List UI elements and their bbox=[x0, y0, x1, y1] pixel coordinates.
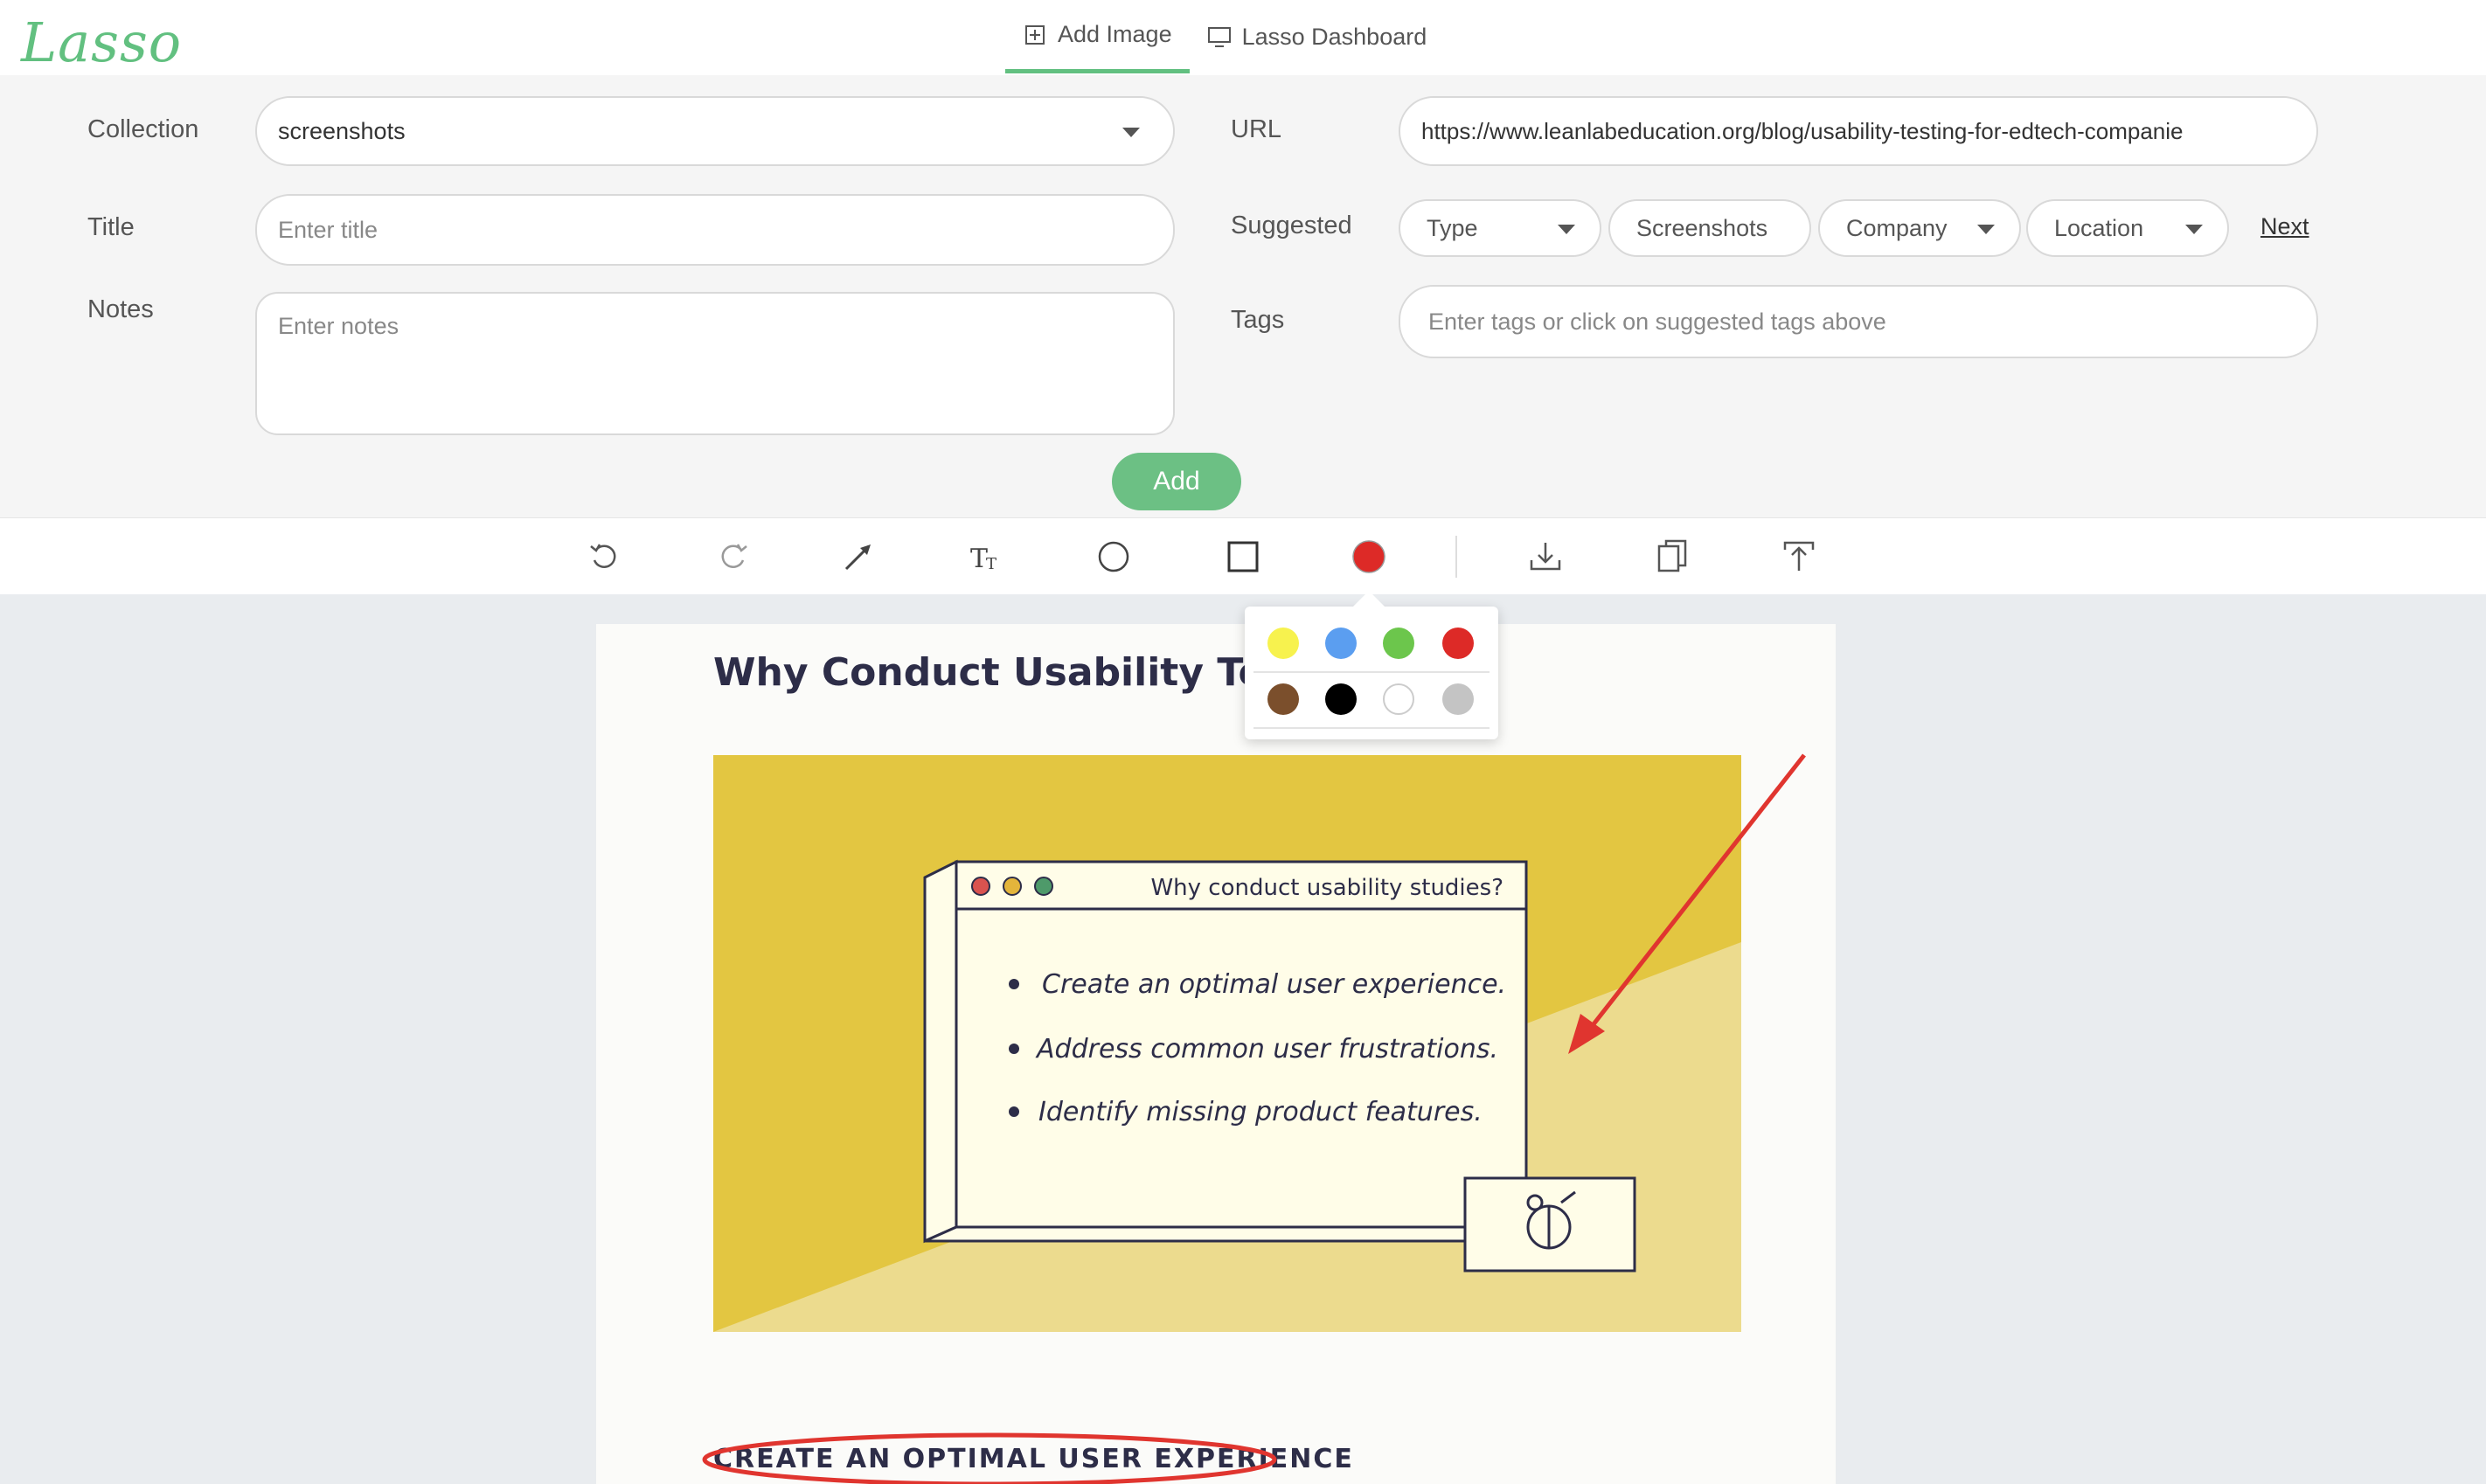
rectangle-tool-icon bbox=[1227, 541, 1259, 572]
suggested-type-dropdown[interactable]: Type bbox=[1399, 199, 1601, 257]
circle-tool-icon bbox=[1098, 541, 1129, 572]
illustration-bullet-1: Create an optimal user experience. bbox=[1042, 969, 1506, 1000]
tab-lasso-dashboard-label: Lasso Dashboard bbox=[1241, 23, 1427, 50]
svg-text:T: T bbox=[986, 555, 996, 573]
title-placeholder: Enter title bbox=[278, 216, 378, 243]
pill-location-label: Location bbox=[2054, 214, 2144, 241]
svg-text:T: T bbox=[970, 544, 988, 574]
color-swatch-gray[interactable] bbox=[1442, 683, 1474, 715]
suggested-next-link[interactable]: Next bbox=[2260, 213, 2309, 240]
nav-tabs: Add Image Lasso Dashboard bbox=[1005, 0, 1444, 75]
lasso-logo: Lasso bbox=[21, 10, 183, 74]
text-tool-icon: TT bbox=[970, 544, 996, 574]
suggested-company-dropdown[interactable]: Company bbox=[1818, 199, 2021, 257]
suggested-location-dropdown[interactable]: Location bbox=[2026, 199, 2229, 257]
plus-square-icon bbox=[1025, 24, 1045, 45]
text-tool-button[interactable]: TT bbox=[960, 530, 1012, 583]
color-swatch-white[interactable] bbox=[1383, 683, 1414, 715]
redo-icon bbox=[721, 544, 747, 568]
chevron-down-icon bbox=[1977, 225, 1995, 234]
rectangle-tool-button[interactable] bbox=[1217, 530, 1269, 583]
url-label: URL bbox=[1231, 115, 1282, 143]
illustration-window-title: Why conduct usability studies? bbox=[1150, 875, 1503, 901]
download-icon bbox=[1530, 543, 1561, 571]
collection-label: Collection bbox=[87, 115, 199, 143]
add-button[interactable]: Add bbox=[1112, 453, 1241, 510]
upload-button[interactable] bbox=[1773, 530, 1825, 583]
tags-label: Tags bbox=[1231, 306, 1285, 334]
title-label: Title bbox=[87, 213, 135, 241]
notes-label: Notes bbox=[87, 295, 154, 323]
article-subheading: CREATE AN OPTIMAL USER EXPERIENCE bbox=[713, 1444, 1354, 1474]
tab-add-image[interactable]: Add Image bbox=[1005, 0, 1190, 73]
undo-icon bbox=[590, 544, 616, 568]
chevron-down-icon bbox=[1122, 128, 1140, 137]
palette-divider bbox=[1253, 671, 1490, 673]
usability-illustration: Why conduct usability studies? Create an… bbox=[713, 755, 1741, 1332]
color-swatch-brown[interactable] bbox=[1267, 683, 1299, 715]
top-header: Lasso Add Image Lasso Dashboard bbox=[0, 0, 2486, 77]
illustration-bullet-2: Address common user frustrations. bbox=[1035, 1034, 1498, 1064]
color-swatch-yellow[interactable] bbox=[1267, 628, 1299, 659]
add-image-form: Collection screenshots Title Enter title… bbox=[0, 75, 2486, 517]
color-picker-icon bbox=[1352, 540, 1385, 573]
palette-divider-bottom bbox=[1253, 727, 1490, 729]
tags-input[interactable]: Enter tags or click on suggested tags ab… bbox=[1399, 285, 2318, 358]
url-input[interactable]: https://www.leanlabeducation.org/blog/us… bbox=[1399, 96, 2318, 166]
chevron-down-icon bbox=[1558, 225, 1575, 234]
url-value: https://www.leanlabeducation.org/blog/us… bbox=[1421, 117, 2184, 144]
color-swatch-red[interactable] bbox=[1442, 628, 1474, 659]
redo-button[interactable] bbox=[706, 530, 759, 583]
copy-button[interactable] bbox=[1647, 530, 1699, 583]
color-picker-button[interactable] bbox=[1343, 530, 1395, 583]
collection-select[interactable]: screenshots bbox=[255, 96, 1175, 166]
copy-icon bbox=[1657, 539, 1687, 572]
collection-value: screenshots bbox=[278, 117, 406, 144]
pill-screenshots-label: Screenshots bbox=[1636, 214, 1768, 241]
color-swatch-black[interactable] bbox=[1325, 683, 1357, 715]
pill-company-label: Company bbox=[1846, 214, 1948, 241]
title-input[interactable]: Enter title bbox=[255, 194, 1175, 266]
toolbar-divider bbox=[1455, 536, 1457, 578]
arrow-tool-icon bbox=[844, 544, 871, 571]
chevron-down-icon bbox=[2185, 225, 2203, 234]
notes-placeholder: Enter notes bbox=[278, 313, 399, 339]
arrow-tool-button[interactable] bbox=[832, 530, 885, 583]
suggested-screenshots-tag[interactable]: Screenshots bbox=[1608, 199, 1811, 257]
suggested-label: Suggested bbox=[1231, 212, 1352, 239]
notes-textarea[interactable]: Enter notes bbox=[255, 292, 1175, 435]
color-swatch-blue[interactable] bbox=[1325, 628, 1357, 659]
download-button[interactable] bbox=[1519, 530, 1572, 583]
pill-type-label: Type bbox=[1427, 214, 1478, 241]
upload-icon bbox=[1783, 541, 1815, 571]
tab-lasso-dashboard[interactable]: Lasso Dashboard bbox=[1190, 0, 1445, 73]
tags-placeholder: Enter tags or click on suggested tags ab… bbox=[1428, 308, 1886, 335]
tab-add-image-label: Add Image bbox=[1058, 21, 1172, 47]
monitor-icon bbox=[1207, 27, 1231, 47]
color-palette-popup bbox=[1245, 591, 1498, 739]
annotation-toolbar: TT bbox=[0, 517, 2486, 594]
illustration-bullet-3: Identify missing product features. bbox=[1038, 1097, 1483, 1127]
color-swatch-green[interactable] bbox=[1383, 628, 1414, 659]
circle-tool-button[interactable] bbox=[1087, 530, 1140, 583]
undo-button[interactable] bbox=[579, 530, 631, 583]
